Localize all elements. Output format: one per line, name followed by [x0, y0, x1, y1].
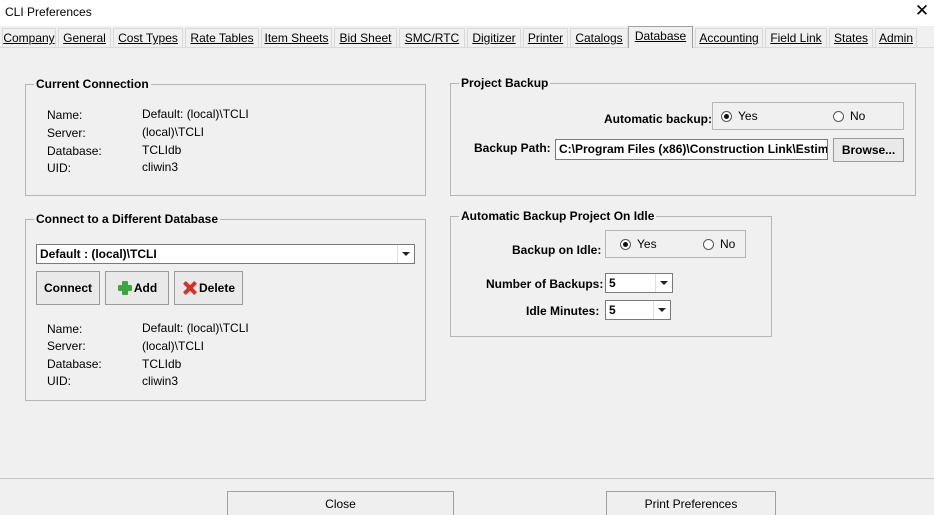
idle-minutes-label: Idle Minutes: — [526, 304, 600, 318]
idle-minutes-select[interactable]: 5 — [605, 300, 671, 320]
connection-select-value: Default : (local)\TCLI — [40, 247, 157, 261]
tab-field-link[interactable]: Field Link — [765, 28, 827, 48]
browse-button-label: Browse... — [841, 143, 896, 157]
delete-button[interactable]: Delete — [174, 271, 243, 305]
idle-yes-radio[interactable]: Yes — [620, 237, 657, 251]
browse-button[interactable]: Browse... — [833, 138, 904, 162]
name-value: Default: (local)\TCLI — [142, 107, 249, 121]
server-label: Server: — [47, 339, 86, 353]
radio-unselected-icon — [703, 238, 714, 250]
tab-company[interactable]: Company — [2, 28, 56, 48]
close-button-label: Close — [325, 496, 356, 511]
group-title: Connect to a Different Database — [34, 212, 221, 226]
database-label: Database: — [47, 357, 102, 371]
yes-label: Yes — [738, 109, 758, 123]
number-of-backups-label: Number of Backups: — [486, 277, 604, 291]
number-of-backups-value: 5 — [609, 276, 616, 290]
window-title: CLI Preferences — [5, 5, 92, 19]
print-preferences-button[interactable]: Print Preferences — [606, 491, 776, 515]
print-preferences-button-label: Print Preferences — [644, 496, 738, 511]
delete-button-label: Delete — [198, 281, 236, 295]
name-label: Name: — [47, 108, 83, 122]
chevron-down-icon[interactable] — [655, 274, 672, 292]
tab-strip: Company General Cost Types Rate Tables I… — [0, 26, 934, 48]
add-button[interactable]: Add — [105, 271, 169, 305]
no-label: No — [850, 109, 866, 123]
connect-button[interactable]: Connect — [36, 271, 100, 305]
connect-button-label: Connect — [44, 281, 92, 295]
automatic-backup-radio-group: Yes No — [712, 102, 904, 130]
backup-path-label: Backup Path: — [474, 141, 551, 155]
auto-backup-no-radio[interactable]: No — [833, 109, 865, 123]
name-value: Default: (local)\TCLI — [142, 321, 249, 335]
server-value: (local)\TCLI — [142, 339, 205, 353]
database-value: TCLIdb — [142, 357, 182, 371]
database-value: TCLIdb — [142, 143, 182, 157]
tab-printer[interactable]: Printer — [523, 28, 568, 48]
number-of-backups-select[interactable]: 5 — [605, 273, 673, 293]
project-backup-group: Project Backup Automatic backup: Yes No … — [450, 76, 916, 196]
uid-value: cliwin3 — [142, 160, 179, 174]
plus-icon — [117, 280, 133, 296]
close-button[interactable]: Close — [227, 491, 454, 515]
tab-admin[interactable]: Admin — [875, 28, 917, 48]
no-label: No — [720, 237, 736, 251]
tab-divider — [0, 47, 934, 48]
delete-x-icon — [182, 280, 198, 296]
backup-path-input[interactable]: C:\Program Files (x86)\Construction Link… — [555, 139, 828, 160]
radio-unselected-icon — [833, 110, 844, 122]
chevron-down-icon[interactable] — [653, 301, 670, 319]
group-title: Current Connection — [34, 77, 151, 91]
close-icon[interactable]: ✕ — [914, 2, 930, 20]
database-label: Database: — [47, 144, 102, 158]
tab-cost-types[interactable]: Cost Types — [113, 28, 183, 48]
automatic-backup-label: Automatic backup: — [604, 112, 713, 126]
tab-accounting[interactable]: Accounting — [695, 28, 763, 48]
radio-selected-icon — [620, 238, 631, 250]
auto-backup-yes-radio[interactable]: Yes — [721, 109, 758, 123]
group-title: Automatic Backup Project On Idle — [459, 209, 657, 223]
server-value: (local)\TCLI — [142, 125, 205, 139]
yes-label: Yes — [637, 237, 657, 251]
current-connection-group: Current Connection Name: Default: (local… — [25, 77, 426, 196]
title-bar: CLI Preferences ✕ — [0, 0, 934, 26]
idle-backup-group: Automatic Backup Project On Idle Backup … — [450, 209, 772, 337]
uid-label: UID: — [47, 374, 71, 388]
server-label: Server: — [47, 126, 86, 140]
uid-label: UID: — [47, 161, 71, 175]
tab-digitizer[interactable]: Digitizer — [467, 28, 521, 48]
chevron-down-icon[interactable] — [397, 245, 414, 263]
idle-no-radio[interactable]: No — [703, 237, 735, 251]
name-label: Name: — [47, 322, 83, 336]
uid-value: cliwin3 — [142, 374, 179, 388]
tab-rate-tables[interactable]: Rate Tables — [185, 28, 259, 48]
tab-states[interactable]: States — [829, 28, 873, 48]
connect-different-group: Connect to a Different Database Default … — [25, 212, 426, 401]
connection-select[interactable]: Default : (local)\TCLI — [36, 244, 415, 264]
tab-catalogs[interactable]: Catalogs — [570, 28, 628, 48]
add-button-label: Add — [133, 281, 158, 295]
footer-divider — [0, 478, 934, 479]
tab-general[interactable]: General — [58, 28, 111, 48]
tab-bid-sheet[interactable]: Bid Sheet — [334, 28, 397, 48]
backup-on-idle-radio-group: Yes No — [605, 230, 746, 258]
tab-smc-rtc[interactable]: SMC/RTC — [399, 28, 465, 48]
tab-item-sheets[interactable]: Item Sheets — [261, 28, 332, 48]
tab-database[interactable]: Database — [628, 26, 693, 48]
idle-minutes-value: 5 — [609, 303, 616, 317]
backup-on-idle-label: Backup on Idle: — [512, 243, 602, 257]
group-title: Project Backup — [459, 76, 551, 90]
radio-selected-icon — [721, 110, 732, 122]
